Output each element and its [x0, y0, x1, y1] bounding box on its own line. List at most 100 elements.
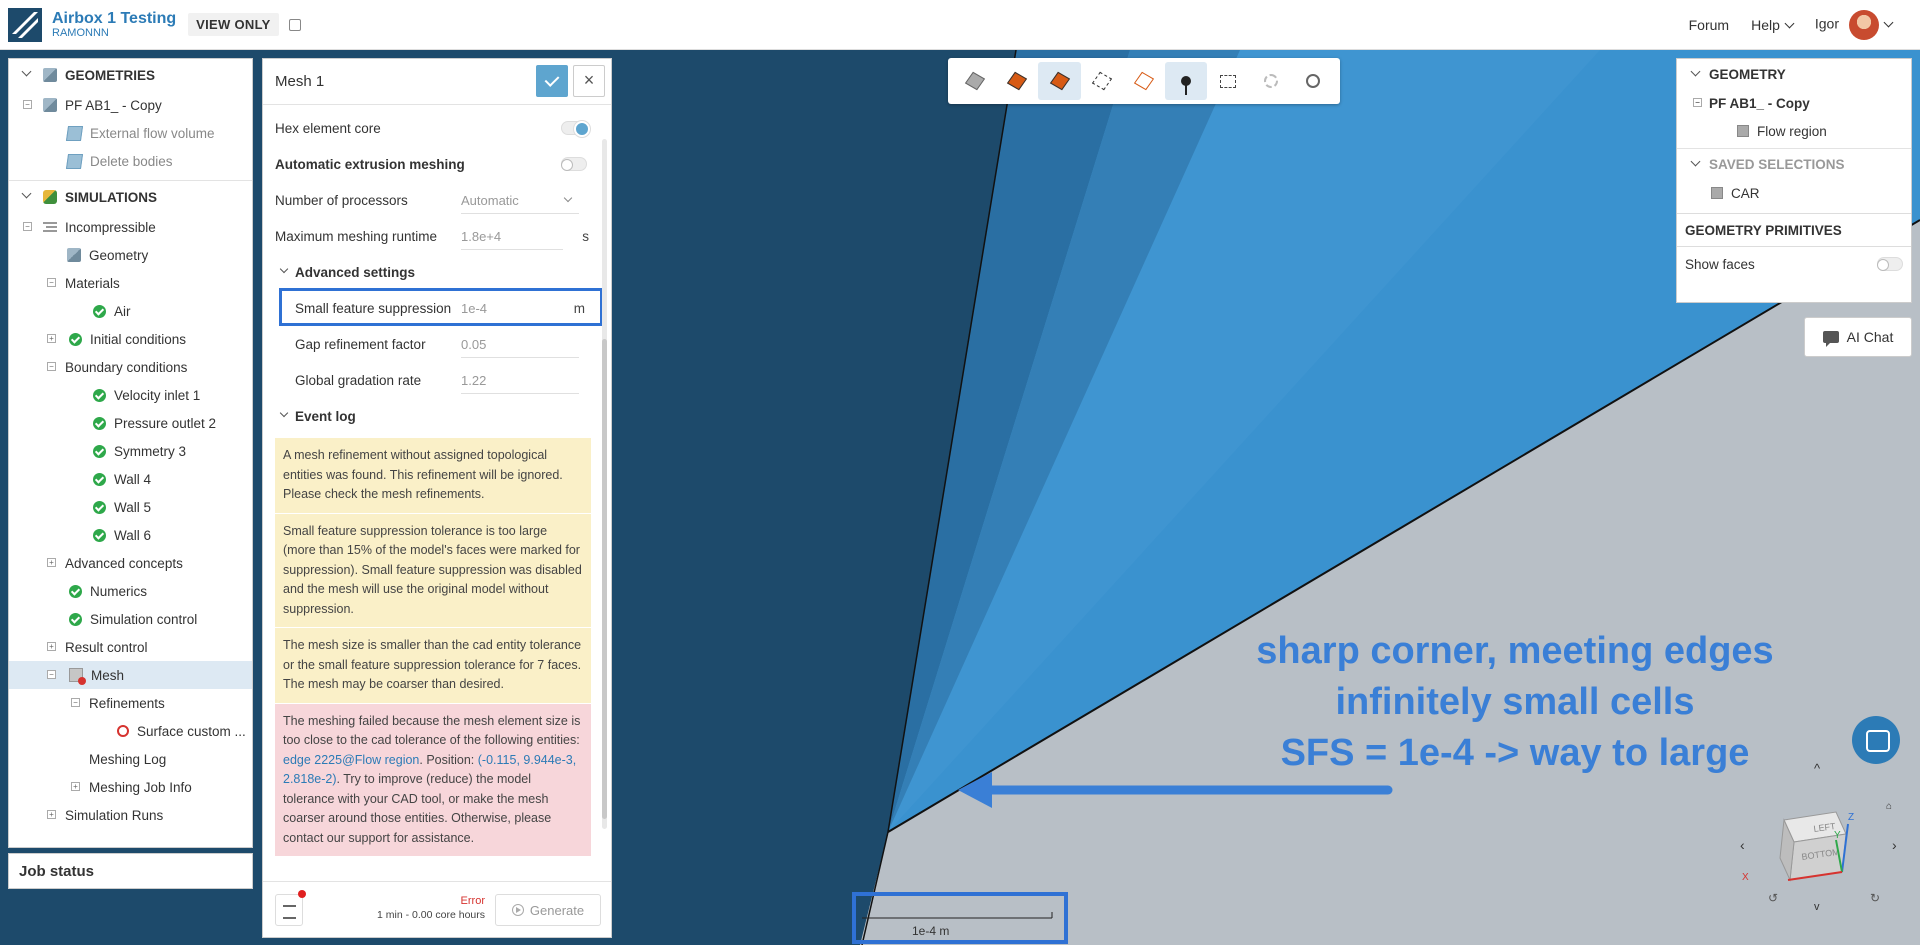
- tree-item-bc[interactable]: Wall 6: [9, 521, 252, 549]
- tree-item-bc[interactable]: Pressure outlet 2: [9, 409, 252, 437]
- wireframe-render-button[interactable]: [1123, 62, 1165, 100]
- auto-extrusion-toggle[interactable]: [561, 157, 587, 171]
- forum-link[interactable]: Forum: [1689, 17, 1729, 33]
- tree-item-initial-conditions[interactable]: + Initial conditions: [9, 325, 252, 353]
- max-runtime-input[interactable]: 1.8e+4: [461, 229, 501, 244]
- gear-icon: [1263, 74, 1278, 88]
- collapse-icon[interactable]: −: [1693, 98, 1702, 107]
- geometry-primitives-header[interactable]: GEOMETRY PRIMITIVES: [1677, 213, 1911, 247]
- flow-region-node[interactable]: Flow region: [1677, 117, 1911, 145]
- settings-button[interactable]: [1250, 62, 1292, 100]
- selection-car[interactable]: CAR: [1677, 179, 1911, 207]
- tree-item-numerics[interactable]: Numerics: [9, 577, 252, 605]
- collapse-icon[interactable]: −: [47, 362, 56, 371]
- tree-item-external-flow-volume[interactable]: External flow volume: [9, 119, 252, 147]
- rotate-right-icon[interactable]: ↻: [1870, 891, 1880, 905]
- sfs-input[interactable]: 1e-4: [461, 301, 487, 316]
- tree-item-bc[interactable]: Velocity inlet 1: [9, 381, 252, 409]
- chevron-up-icon[interactable]: ^: [1814, 761, 1821, 776]
- check-icon: [69, 612, 82, 626]
- section-label: GEOMETRY PRIMITIVES: [1685, 222, 1842, 238]
- tree-item-bc[interactable]: Symmetry 3: [9, 437, 252, 465]
- collapse-icon[interactable]: −: [23, 222, 32, 231]
- tree-item-materials[interactable]: − Materials: [9, 269, 252, 297]
- tree-item-incompressible[interactable]: − Incompressible: [9, 213, 252, 241]
- show-faces-row: Show faces: [1677, 247, 1911, 281]
- tree-item-simulation-runs[interactable]: + Simulation Runs: [9, 801, 252, 829]
- tree-item-boundary-conditions[interactable]: − Boundary conditions: [9, 353, 252, 381]
- simulations-section[interactable]: SIMULATIONS: [9, 181, 252, 213]
- chevron-down-icon[interactable]: v: [1814, 901, 1820, 913]
- hex-core-toggle[interactable]: [561, 121, 590, 137]
- caret-down-icon[interactable]: [1690, 66, 1701, 77]
- close-icon[interactable]: ×: [573, 65, 605, 97]
- help-menu[interactable]: Help: [1751, 17, 1795, 33]
- tree-item-delete-bodies[interactable]: Delete bodies: [9, 147, 252, 175]
- solid-edges-render-button[interactable]: [1038, 62, 1081, 100]
- saved-selections-section[interactable]: SAVED SELECTIONS: [1677, 149, 1911, 179]
- item-label: Result control: [65, 639, 148, 655]
- expand-icon[interactable]: +: [47, 810, 56, 819]
- tree-item-geometry-assign[interactable]: Geometry: [9, 241, 252, 269]
- chevron-right-icon[interactable]: ›: [1892, 837, 1897, 853]
- rotate-left-icon[interactable]: ↺: [1768, 891, 1778, 905]
- points-render-button[interactable]: [1081, 62, 1123, 100]
- generate-button[interactable]: Generate: [495, 894, 601, 926]
- view-cube-button[interactable]: [954, 62, 996, 100]
- project-owner[interactable]: RAMONNN: [52, 27, 176, 39]
- solid-render-button[interactable]: [996, 62, 1038, 100]
- pin-button[interactable]: [1165, 62, 1208, 100]
- project-title[interactable]: Airbox 1 Testing: [52, 10, 176, 28]
- geometry-node[interactable]: − PF AB1_ - Copy: [1677, 89, 1911, 117]
- probe-button[interactable]: [1292, 62, 1334, 100]
- num-processors-row: Number of processors Automatic: [275, 182, 591, 218]
- expand-icon[interactable]: +: [47, 642, 56, 651]
- caret-down-icon[interactable]: [21, 66, 32, 77]
- tree-item-meshing-job-info[interactable]: + Meshing Job Info: [9, 773, 252, 801]
- expand-icon[interactable]: +: [71, 782, 80, 791]
- collapse-icon[interactable]: −: [23, 100, 32, 109]
- tree-item-simulation-control[interactable]: Simulation control: [9, 605, 252, 633]
- geometries-section[interactable]: GEOMETRIES: [9, 59, 252, 91]
- navigation-cube[interactable]: ^ ⌂ ‹ › LEFT BOTTOM Z Y X ↺ ↻ v: [1738, 760, 1898, 913]
- event-list-button[interactable]: [275, 890, 306, 926]
- tree-item-geometry[interactable]: − PF AB1_ - Copy: [9, 91, 252, 119]
- event-log-header[interactable]: Event log: [275, 398, 591, 434]
- tree-item-meshing-log[interactable]: Meshing Log: [9, 745, 252, 773]
- tree-item-bc[interactable]: Wall 4: [9, 465, 252, 493]
- ai-chat-label: AI Chat: [1846, 329, 1894, 345]
- ai-chat-button[interactable]: AI Chat: [1804, 317, 1912, 357]
- collapse-icon[interactable]: −: [47, 278, 56, 287]
- home-icon[interactable]: ⌂: [1886, 801, 1892, 812]
- chevron-down-icon[interactable]: [563, 193, 573, 203]
- tree-item-surface-custom[interactable]: Surface custom ...: [9, 717, 252, 745]
- collapse-icon[interactable]: −: [47, 670, 56, 679]
- collapse-icon[interactable]: −: [71, 698, 80, 707]
- tree-item-advanced-concepts[interactable]: + Advanced concepts: [9, 549, 252, 577]
- chevron-left-icon[interactable]: ‹: [1740, 837, 1745, 853]
- caret-down-icon[interactable]: [21, 188, 32, 199]
- entity-link[interactable]: edge 2225@Flow region: [283, 753, 419, 767]
- show-faces-toggle[interactable]: [1877, 257, 1903, 271]
- tree-item-air[interactable]: Air: [9, 297, 252, 325]
- gradation-input[interactable]: 1.22: [461, 373, 486, 388]
- confirm-button[interactable]: [536, 65, 568, 97]
- user-menu[interactable]: Igor: [1815, 10, 1894, 40]
- copy-project-icon[interactable]: [288, 18, 301, 31]
- num-processors-select[interactable]: Automatic: [461, 193, 519, 208]
- box-select-button[interactable]: [1207, 62, 1249, 100]
- error-text: The meshing failed because the mesh elem…: [283, 713, 581, 748]
- expand-icon[interactable]: +: [47, 334, 56, 343]
- tree-item-refinements[interactable]: − Refinements: [9, 689, 252, 717]
- tree-item-result-control[interactable]: + Result control: [9, 633, 252, 661]
- expand-icon[interactable]: +: [47, 558, 56, 567]
- tree-item-bc[interactable]: Wall 5: [9, 493, 252, 521]
- gap-refinement-input[interactable]: 0.05: [461, 337, 486, 352]
- tree-item-mesh[interactable]: − Mesh: [9, 661, 252, 689]
- simscale-logo-icon[interactable]: [8, 7, 42, 42]
- caret-down-icon[interactable]: [1690, 156, 1701, 167]
- advanced-settings-header[interactable]: Advanced settings: [275, 254, 591, 290]
- job-status-panel[interactable]: Job status: [8, 853, 253, 889]
- panel-scrollbar[interactable]: [602, 139, 607, 829]
- geometry-section[interactable]: GEOMETRY: [1677, 59, 1911, 89]
